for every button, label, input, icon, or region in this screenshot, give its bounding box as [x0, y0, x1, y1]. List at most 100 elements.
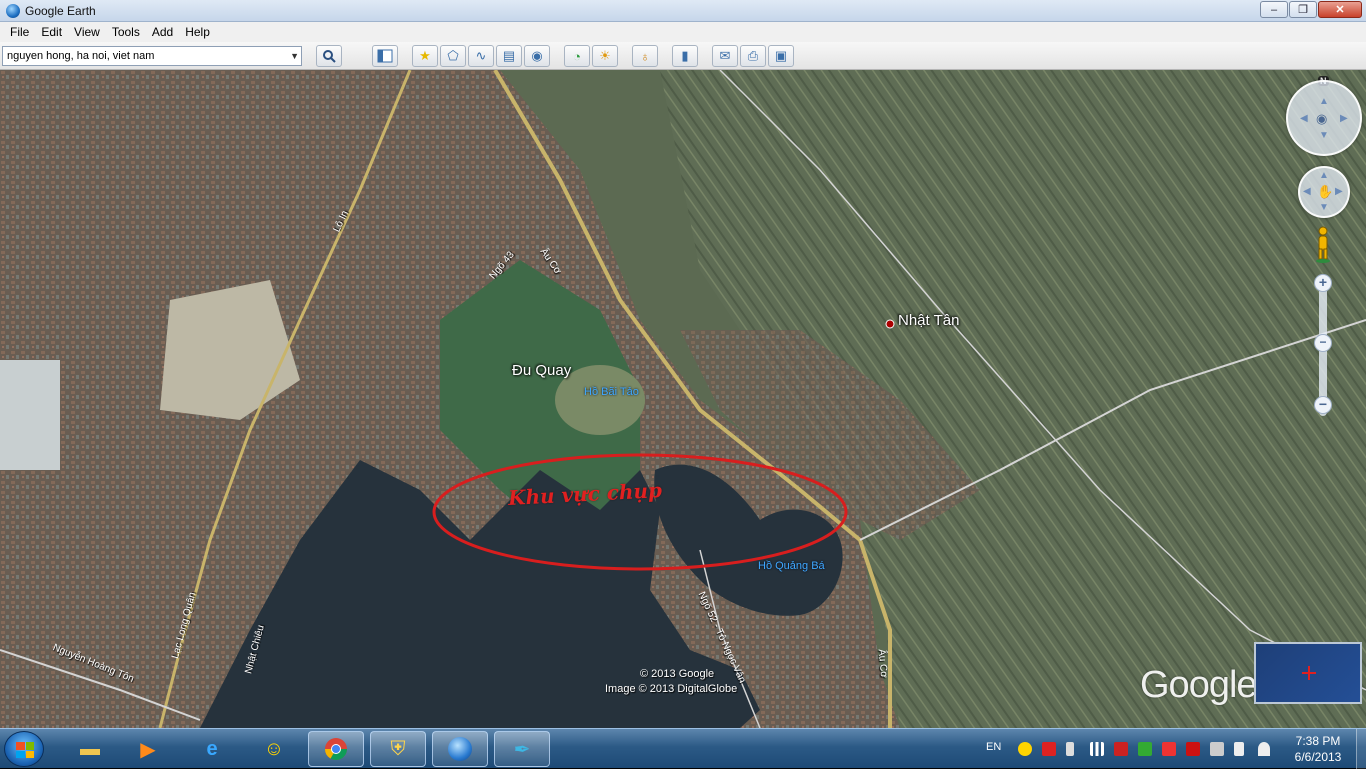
start-button[interactable] — [4, 731, 44, 767]
volume-icon[interactable] — [1234, 742, 1244, 756]
email-button[interactable]: ✉ — [712, 45, 738, 67]
move-up-icon[interactable]: ▲ — [1319, 170, 1329, 181]
taskbar-internet-explorer[interactable]: e — [184, 731, 240, 767]
display-icon[interactable] — [1210, 742, 1224, 756]
taskbar: ▬ ▶ e ☺ ⛨ ✒ EN 7:38 PM 6/6/2013 — [0, 728, 1366, 769]
battery-icon[interactable] — [1066, 742, 1074, 756]
window-title: Google Earth — [25, 3, 96, 18]
chrome-icon — [325, 738, 347, 760]
satellite-imagery — [0, 70, 1366, 728]
close-button[interactable]: ✕ — [1318, 1, 1362, 18]
pegman-icon[interactable] — [1314, 226, 1332, 264]
feather-app-icon: ✒ — [513, 738, 531, 761]
email-icon: ✉ — [719, 48, 731, 63]
lake-label-bai-tao[interactable]: Hồ Bãi Tảo — [584, 386, 639, 398]
add-path-button[interactable]: ∿ — [468, 45, 494, 67]
look-right-icon[interactable]: ▶ — [1340, 113, 1348, 124]
clock-time: 7:38 PM — [1295, 734, 1341, 748]
search-dropdown-icon[interactable]: ▼ — [290, 47, 299, 65]
path-icon: ∿ — [475, 48, 487, 63]
save-image-button[interactable]: ▣ — [768, 45, 794, 67]
menu-help[interactable]: Help — [179, 25, 216, 39]
minimize-button[interactable]: – — [1260, 1, 1288, 18]
zoom-slider-thumb[interactable]: − — [1314, 334, 1332, 352]
antivirus-icon[interactable] — [1186, 742, 1200, 756]
look-down-icon[interactable]: ▼ — [1319, 130, 1329, 141]
signal-icon[interactable] — [1090, 742, 1104, 756]
polygon-icon: ⬠ — [447, 48, 459, 63]
acrobat-tray-icon[interactable] — [1042, 742, 1056, 756]
search-value: nguyen hong, ha noi, viet nam — [7, 50, 155, 62]
flag-error-icon[interactable] — [1162, 742, 1176, 756]
menu-tools[interactable]: Tools — [106, 25, 146, 39]
network-warning-icon[interactable] — [1114, 742, 1128, 756]
map-view[interactable]: Nhật Tân Đu Quay Hồ Bãi Tảo Hồ Quảng Bá … — [0, 70, 1366, 728]
menu-view[interactable]: View — [68, 25, 106, 39]
historical-imagery-button[interactable]: ◔ — [564, 45, 590, 67]
security-shield-icon: ⛨ — [390, 737, 406, 760]
placemark-icon: ★ — [419, 48, 431, 63]
add-image-overlay-button[interactable]: ▤ — [496, 45, 522, 67]
taskbar-media-player[interactable]: ▶ — [120, 731, 176, 767]
menu-add[interactable]: Add — [146, 25, 179, 39]
system-clock[interactable]: 7:38 PM 6/6/2013 — [1288, 733, 1348, 765]
taskbar-feather-app[interactable]: ✒ — [494, 731, 550, 767]
place-label-du-quay[interactable]: Đu Quay — [512, 362, 571, 379]
sunlight-icon: ☀ — [599, 48, 611, 63]
taskbar-chrome[interactable] — [308, 731, 364, 767]
sunlight-button[interactable]: ☀ — [592, 45, 618, 67]
nhat-tan-marker — [885, 319, 895, 329]
show-desktop-button[interactable] — [1356, 729, 1366, 769]
print-button[interactable]: ⎙ — [740, 45, 766, 67]
overview-location-icon — [1302, 666, 1316, 680]
place-label-nhat-tan[interactable]: Nhật Tân — [898, 312, 959, 329]
search-button[interactable] — [316, 45, 342, 67]
toolbar: nguyen hong, ha noi, viet nam ▼ ★ ⬠ ∿ ▤ … — [0, 42, 1366, 70]
save-image-icon: ▣ — [774, 48, 788, 63]
copyright-google: © 2013 Google — [640, 668, 715, 680]
historical-imagery-icon: ◔ — [573, 48, 581, 64]
search-input[interactable]: nguyen hong, ha noi, viet nam ▼ — [2, 46, 302, 66]
taskbar-file-explorer[interactable]: ▬ — [62, 731, 118, 767]
taskbar-google-earth[interactable] — [432, 731, 488, 767]
record-tour-icon: ◉ — [531, 48, 543, 63]
add-placemark-button[interactable]: ★ — [412, 45, 438, 67]
sidebar-icon — [377, 49, 393, 63]
file-explorer-icon: ▬ — [80, 737, 100, 760]
sidebar-button[interactable] — [372, 45, 398, 67]
media-player-icon: ▶ — [140, 738, 156, 761]
move-right-icon[interactable]: ▶ — [1335, 186, 1343, 197]
record-tour-button[interactable]: ◉ — [524, 45, 550, 67]
look-up-icon[interactable]: ▲ — [1319, 96, 1329, 107]
maximize-button[interactable]: ❐ — [1289, 1, 1317, 18]
taskbar-yahoo-messenger[interactable]: ☺ — [246, 731, 302, 767]
title-bar: Google Earth – ❐ ✕ — [0, 0, 1366, 22]
ruler-icon: ▮ — [681, 48, 689, 63]
lake-label-quang-ba[interactable]: Hồ Quảng Bá — [758, 560, 825, 572]
window-controls: – ❐ ✕ — [1260, 1, 1362, 18]
look-left-icon[interactable]: ◀ — [1300, 113, 1308, 124]
menu-bar: File Edit View Tools Add Help — [0, 22, 1366, 42]
planets-icon: ♁ — [640, 48, 650, 64]
google-earth-icon — [6, 3, 20, 18]
menu-file[interactable]: File — [4, 25, 35, 39]
overview-map[interactable] — [1254, 642, 1362, 704]
taskbar-security[interactable]: ⛨ — [370, 731, 426, 767]
yahoo-tray-icon[interactable] — [1018, 742, 1032, 756]
google-earth-icon — [448, 737, 472, 761]
zoom-in-button[interactable]: + — [1314, 274, 1332, 292]
planets-button[interactable]: ♁ — [632, 45, 658, 67]
copyright-imagery: Image © 2013 DigitalGlobe — [605, 683, 738, 695]
sync-icon[interactable] — [1138, 742, 1152, 756]
zoom-out-button[interactable]: − — [1314, 396, 1332, 414]
wifi-icon[interactable] — [1258, 742, 1270, 756]
language-indicator[interactable]: EN — [986, 741, 1001, 753]
eye-icon: ◉ — [1316, 111, 1328, 126]
ruler-button[interactable]: ▮ — [672, 45, 698, 67]
move-down-icon[interactable]: ▼ — [1319, 202, 1329, 213]
add-polygon-button[interactable]: ⬠ — [440, 45, 466, 67]
yahoo-messenger-icon: ☺ — [263, 737, 285, 760]
menu-edit[interactable]: Edit — [35, 25, 68, 39]
move-left-icon[interactable]: ◀ — [1303, 186, 1311, 197]
search-icon — [323, 50, 336, 63]
